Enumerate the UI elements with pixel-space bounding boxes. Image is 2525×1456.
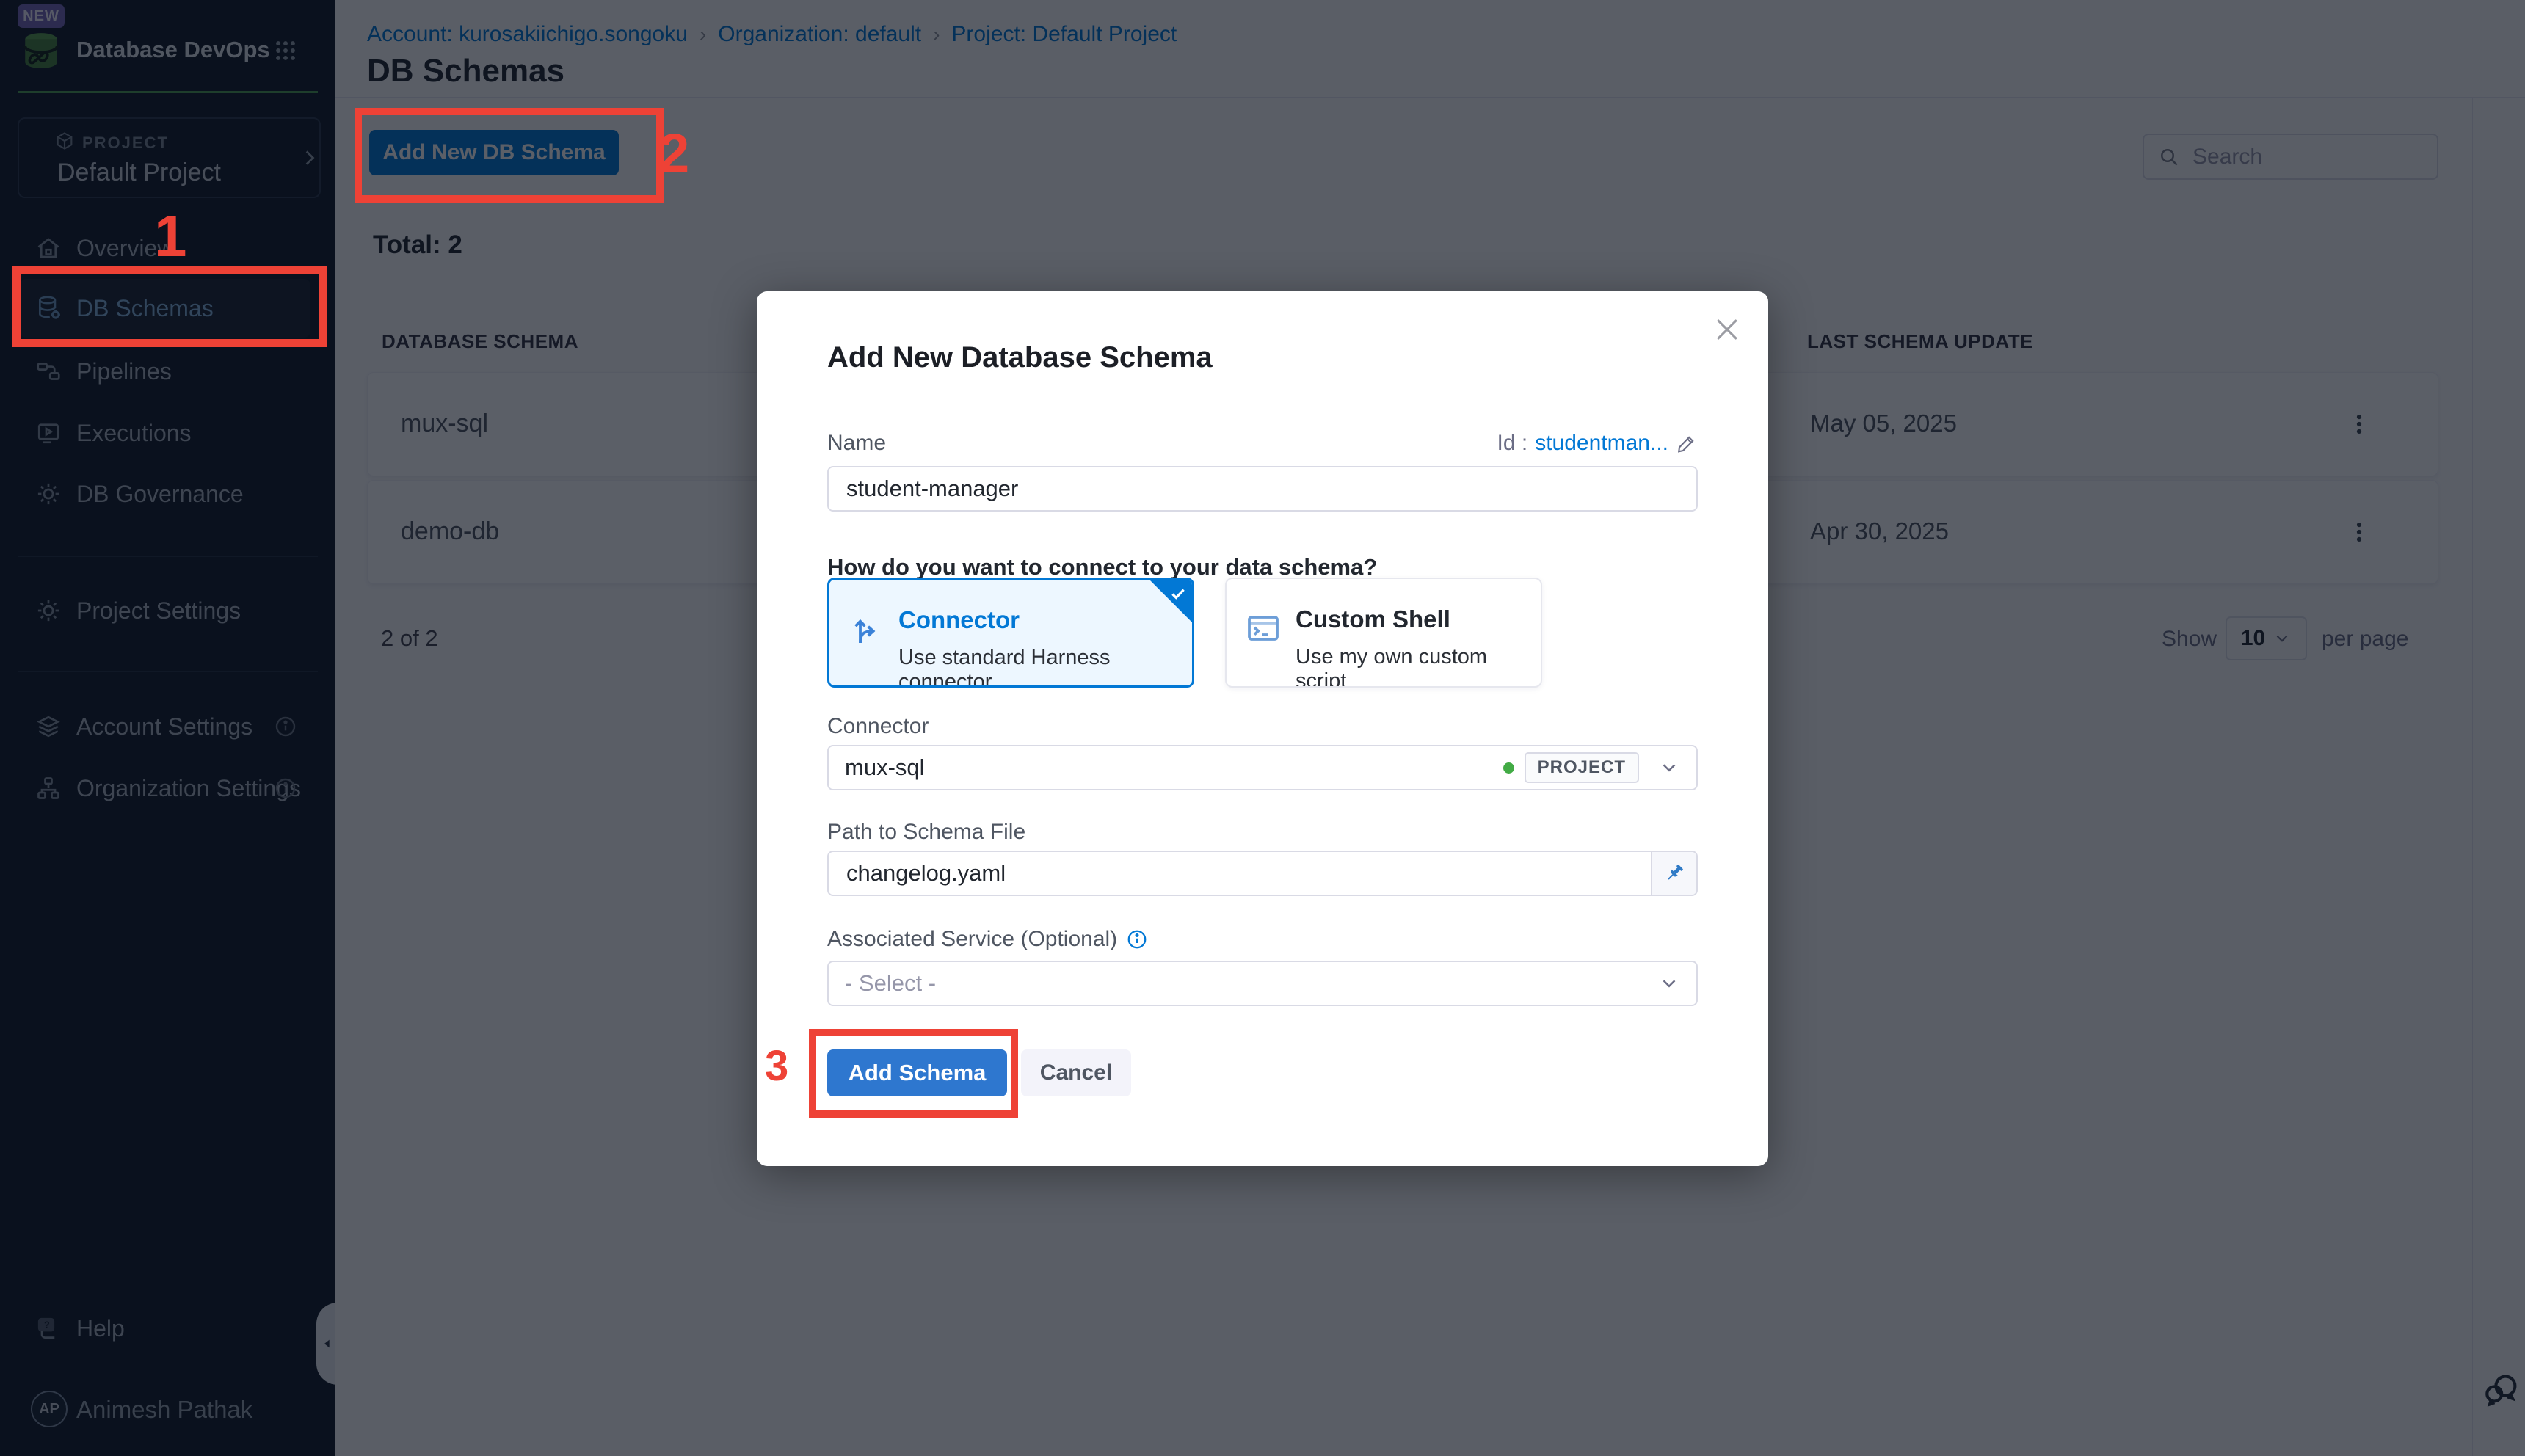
associated-service-value: - Select - (845, 970, 1658, 997)
option-subtitle: Use standard Harness connector (898, 646, 1192, 688)
chevron-down-icon (1658, 757, 1680, 779)
annotation-box-3 (809, 1029, 1018, 1118)
branch-arrow-icon (849, 612, 884, 647)
pin-icon[interactable] (1651, 852, 1696, 895)
path-field (827, 851, 1698, 896)
associated-service-label: Associated Service (Optional) (827, 927, 1117, 952)
option-title: Custom Shell (1296, 605, 1450, 633)
annotation-number-1: 1 (154, 207, 187, 266)
id-row: Id : studentman... (1497, 431, 1698, 456)
option-card-custom-shell[interactable]: Custom Shell Use my own custom script (1225, 578, 1542, 688)
info-icon[interactable] (1126, 928, 1148, 950)
name-label: Name (827, 431, 886, 456)
connectivity-status-dot (1503, 762, 1514, 774)
annotation-number-3: 3 (765, 1045, 788, 1088)
scope-badge: PROJECT (1525, 752, 1639, 783)
name-input[interactable] (827, 466, 1698, 512)
annotation-box-2 (355, 108, 664, 203)
connector-label: Connector (827, 714, 929, 739)
id-value-link[interactable]: studentman... (1535, 431, 1668, 456)
connector-value: mux-sql (845, 754, 1503, 781)
check-icon (1169, 584, 1188, 603)
connector-select[interactable]: mux-sql PROJECT (827, 745, 1698, 790)
modal-title: Add New Database Schema (827, 341, 1213, 374)
edit-pencil-icon[interactable] (1676, 432, 1698, 454)
close-icon[interactable] (1711, 313, 1743, 346)
path-input[interactable] (829, 852, 1651, 895)
path-label: Path to Schema File (827, 820, 1025, 845)
app-window: NEW Database DevOps PROJE (0, 0, 2525, 1456)
annotation-box-1 (12, 266, 327, 347)
annotation-number-2: 2 (659, 126, 689, 181)
cancel-button[interactable]: Cancel (1021, 1049, 1131, 1096)
chevron-down-icon (1658, 972, 1680, 994)
associated-service-row: Associated Service (Optional) (827, 927, 1148, 952)
id-label: Id : (1497, 431, 1528, 456)
terminal-icon (1246, 611, 1281, 647)
option-subtitle: Use my own custom script (1296, 645, 1541, 688)
option-card-connector[interactable]: Connector Use standard Harness connector (827, 578, 1194, 688)
associated-service-select[interactable]: - Select - (827, 961, 1698, 1006)
option-title: Connector (898, 606, 1020, 634)
connect-question: How do you want to connect to your data … (827, 554, 1377, 580)
